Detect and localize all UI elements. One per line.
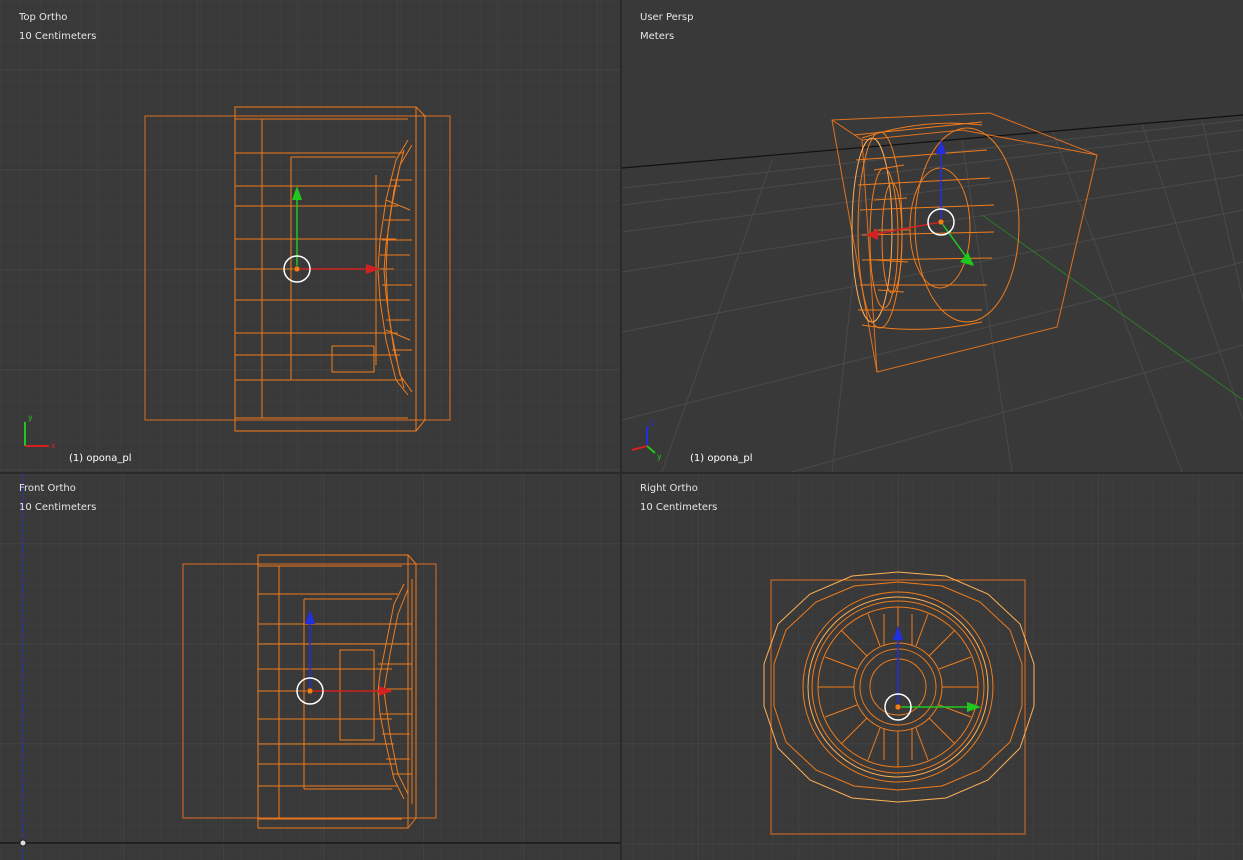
view-name: User Persp: [640, 12, 694, 23]
world-origin-icon: [19, 839, 27, 847]
axis-y-letter: y: [28, 413, 33, 422]
active-object-label: (1) opona_pl: [69, 453, 132, 464]
viewport-front-ortho[interactable]: Front Ortho 10 Centimeters: [0, 474, 620, 860]
grid-scale: 10 Centimeters: [19, 31, 97, 42]
axis-widget-icon: z y: [631, 418, 662, 461]
axis-x-letter: x: [51, 441, 56, 450]
viewport-top-ortho[interactable]: y x Top Ortho 10 Centimeters (1) opona_p…: [0, 0, 620, 472]
viewport-canvas-right[interactable]: [622, 474, 1243, 860]
axis-z-letter: z: [650, 418, 654, 427]
grid-scale: 10 Centimeters: [19, 502, 97, 513]
viewport-right-ortho[interactable]: Right Ortho 10 Centimeters: [622, 474, 1243, 860]
view-name: Front Ortho: [19, 483, 76, 494]
perspective-grid: [622, 119, 1243, 472]
y-axis-line: [981, 214, 1243, 401]
grid-scale: Meters: [640, 31, 675, 42]
view-name: Top Ortho: [19, 12, 68, 23]
viewport-canvas-persp[interactable]: z y: [622, 0, 1243, 472]
grid-scale: 10 Centimeters: [640, 502, 718, 513]
viewport-user-persp[interactable]: z y User Persp Meters (1) opona_pl: [622, 0, 1243, 472]
viewport-canvas-top[interactable]: y x: [0, 0, 620, 472]
viewport-canvas-front[interactable]: [0, 474, 620, 860]
view-name: Right Ortho: [640, 483, 698, 494]
active-object-label: (1) opona_pl: [690, 453, 753, 464]
axis-y-letter: y: [657, 452, 662, 461]
